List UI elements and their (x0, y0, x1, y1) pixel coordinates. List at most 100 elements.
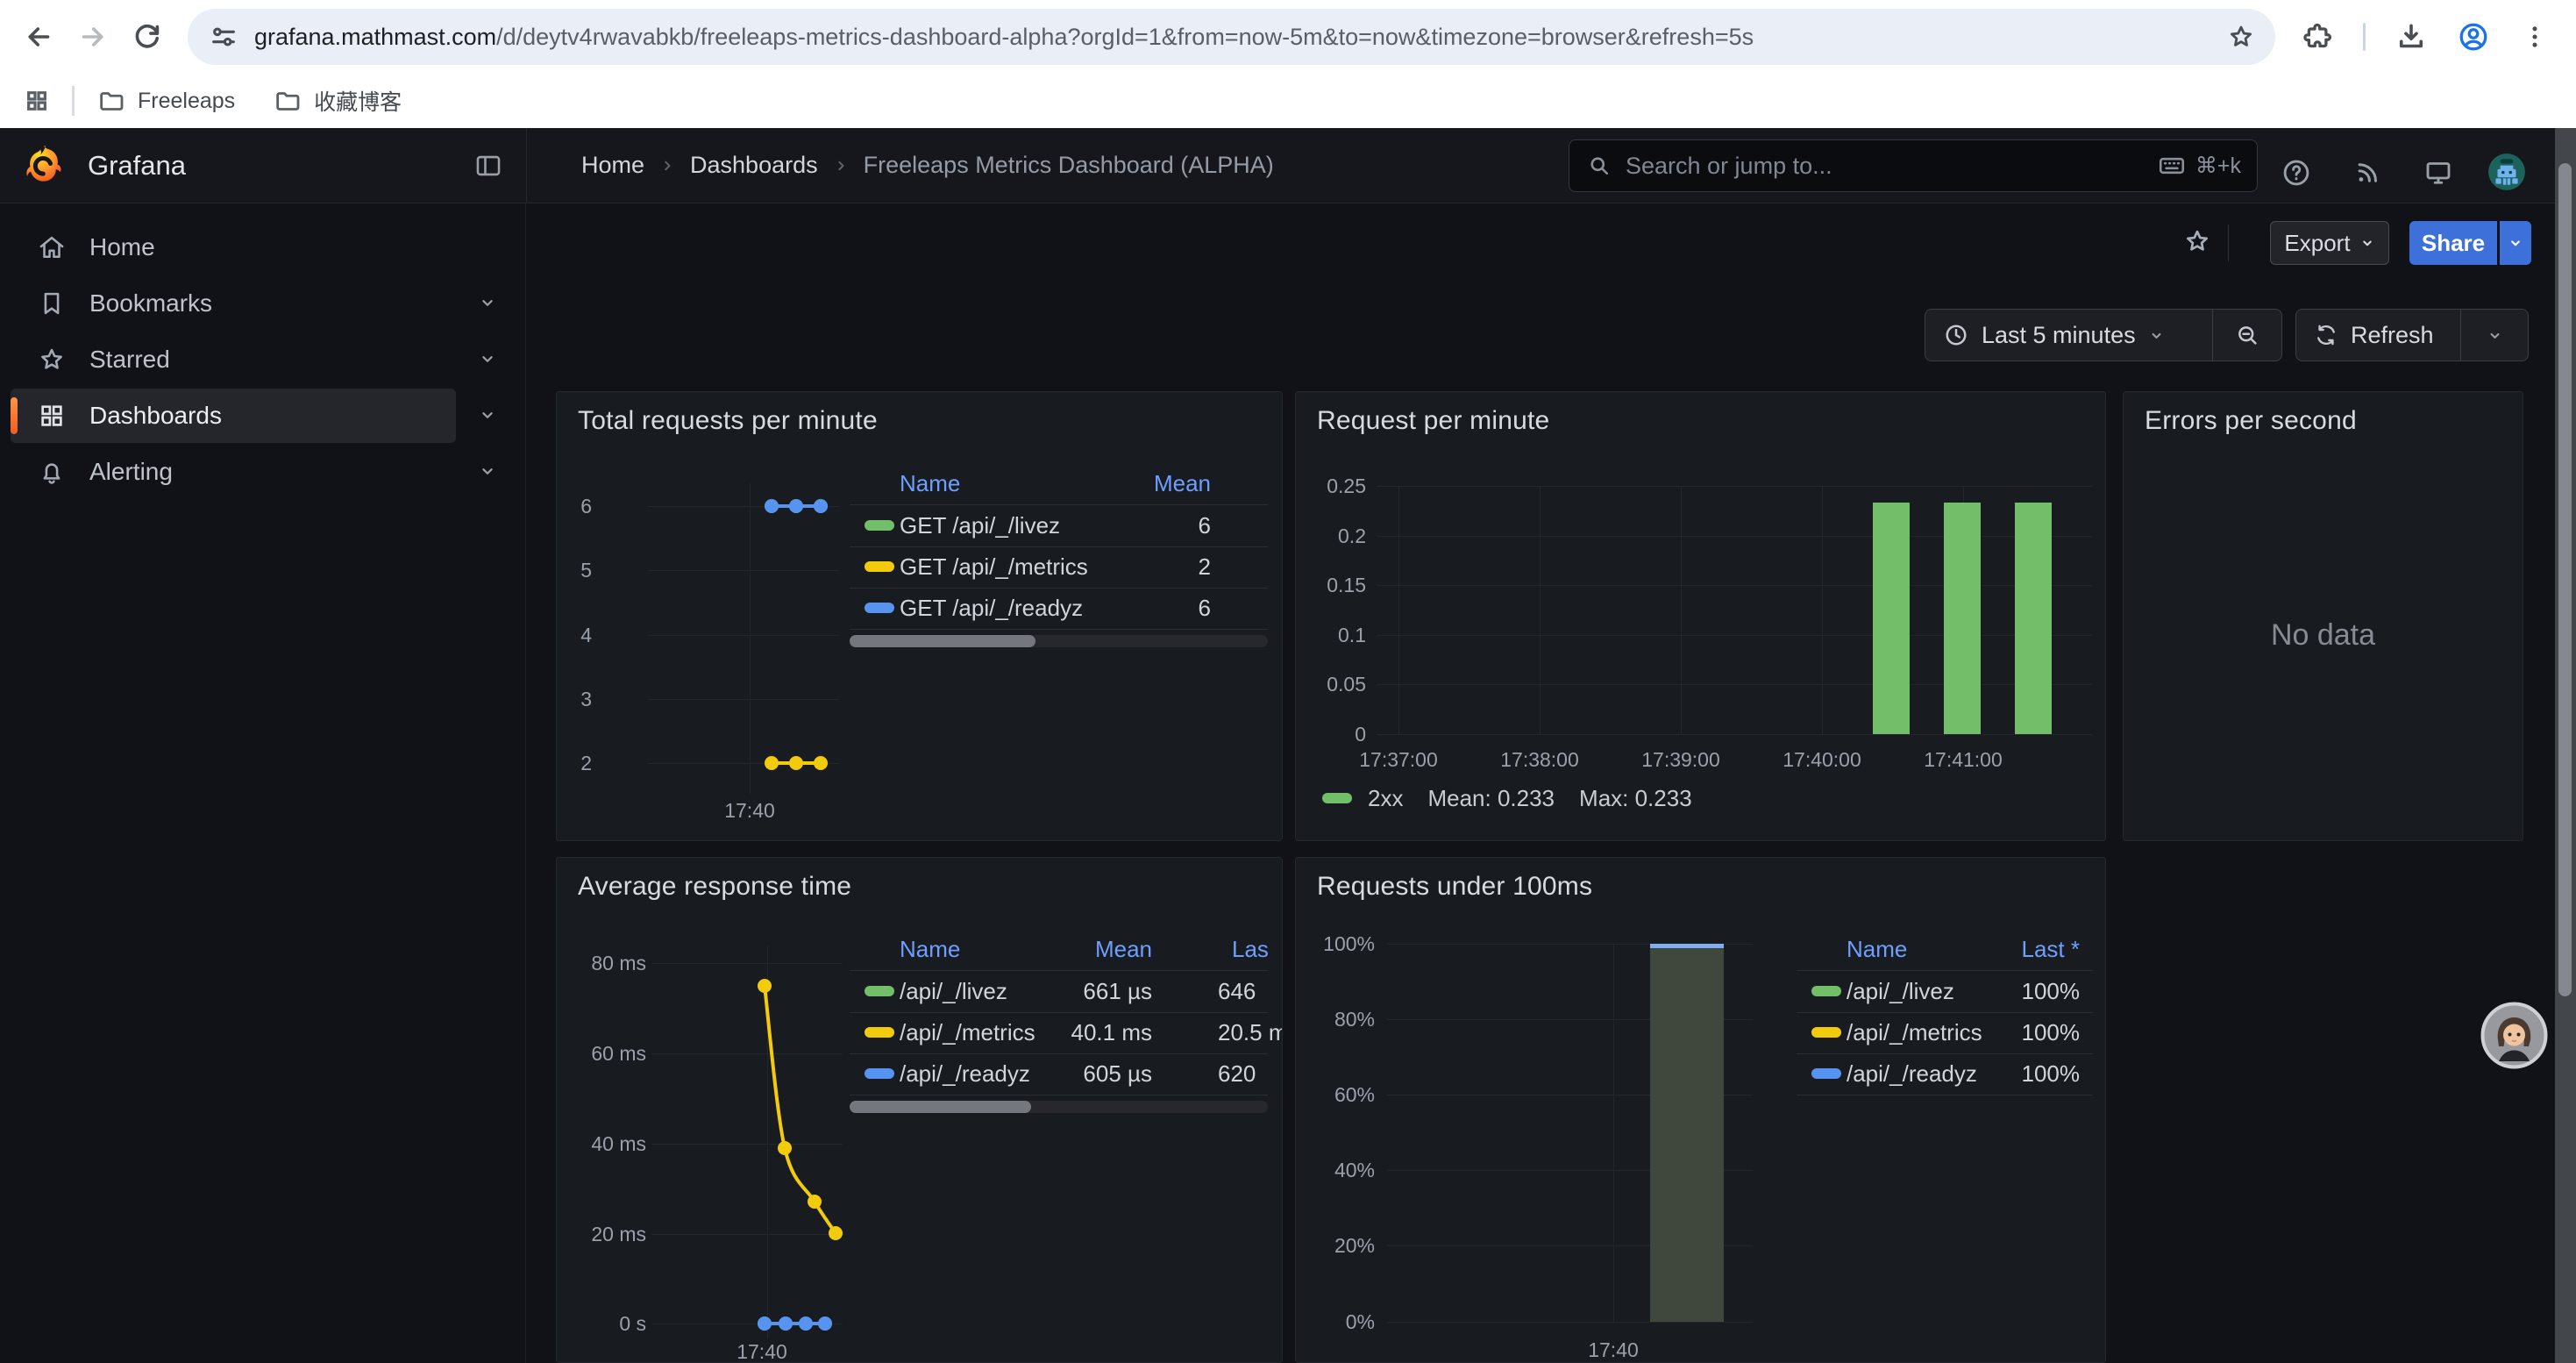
legend-table-row[interactable]: /api/_/livez661 µs646 (850, 971, 1268, 1012)
legend-header-mean[interactable]: Mean (924, 931, 1152, 970)
legend-table-row[interactable]: GET /api/_/livez6 (850, 505, 1268, 546)
sidebar-item-starred[interactable]: Starred (11, 332, 456, 387)
table-scrollbar-thumb[interactable] (850, 635, 1035, 647)
bar-2xx (2015, 503, 2052, 734)
zoom-out-button[interactable] (2213, 310, 2281, 360)
bar-2xx (1873, 503, 1910, 734)
bookmark-folder-freeleaps[interactable]: Freeleaps (97, 87, 235, 115)
panel-requests-under-100ms: Requests under 100ms100%80%60%40%20%0%17… (1295, 857, 2106, 1363)
breadcrumb-dashboards[interactable]: Dashboards (690, 152, 818, 179)
refresh-button[interactable]: Refresh (2296, 310, 2460, 360)
chevron-down-icon[interactable] (478, 349, 497, 368)
grafana-app: Grafana Home Dashboards Freeleaps Metric… (0, 128, 2576, 1363)
browser-toolbar: grafana.mathmast.com/d/deytv4rwavabkb/fr… (0, 0, 2576, 74)
breadcrumb-home[interactable]: Home (581, 152, 644, 179)
page-scrollbar (2555, 128, 2576, 1363)
y-tick-label: 80% (1296, 1006, 1375, 1032)
series-color-pill (865, 561, 894, 572)
legend-table-row[interactable]: /api/_/livez100% (1797, 971, 2093, 1012)
keyboard-icon (2157, 151, 2187, 181)
search-box[interactable]: ⌘+k (1569, 139, 2258, 192)
legend-header-last[interactable]: Las (1232, 931, 1269, 970)
collapse-menu-icon[interactable] (473, 151, 503, 181)
legend-table-row[interactable]: GET /api/_/metrics2 (850, 546, 1268, 588)
gridline-v (1398, 486, 1399, 734)
y-tick-label: 40% (1296, 1157, 1375, 1183)
legend-header-name[interactable]: Name (900, 466, 960, 504)
sidebar-item-dashboards[interactable]: Dashboards (11, 389, 456, 443)
sidebar-item-bookmarks[interactable]: Bookmarks (11, 276, 456, 331)
series-color-pill (865, 520, 894, 531)
y-tick-label: 0.2 (1296, 523, 1366, 549)
profile-icon[interactable] (2457, 20, 2490, 54)
legend-header-last[interactable]: Last * (1852, 931, 2080, 970)
browser-menu-icon[interactable] (2520, 22, 2550, 52)
bookmarks-separator (72, 86, 75, 116)
grafana-logo-icon[interactable] (23, 144, 65, 186)
export-button[interactable]: Export (2270, 221, 2389, 265)
chart-legend[interactable]: 2xxMean: 0.233Max: 0.233 (1322, 783, 1692, 813)
screen: grafana.mathmast.com/d/deytv4rwavabkb/fr… (0, 0, 2576, 1363)
zoom-out-icon (2234, 322, 2260, 348)
share-label: Share (2422, 230, 2485, 257)
legend-series-name: 2xx (1368, 785, 1403, 812)
assistant-avatar[interactable] (2480, 1002, 2548, 1069)
favorite-star-icon[interactable] (2182, 226, 2212, 256)
page-scrollbar-thumb[interactable] (2558, 163, 2572, 996)
legend-table-row[interactable]: /api/_/metrics40.1 ms20.5 m (850, 1012, 1268, 1053)
time-range-picker[interactable]: Last 5 minutes (1925, 310, 2212, 360)
download-icon[interactable] (2395, 21, 2427, 53)
share-menu-button[interactable] (2500, 221, 2531, 265)
bookmark-star-icon[interactable] (2226, 22, 2256, 52)
chevron-down-icon (2508, 235, 2523, 251)
toolbar-separator (2363, 23, 2366, 51)
chevron-right-icon (832, 157, 850, 175)
chevron-down-icon[interactable] (478, 293, 497, 312)
series-last: 100% (1852, 1053, 2080, 1095)
bookmark-icon (37, 289, 67, 318)
sidebar-item-home[interactable]: Home (11, 220, 456, 275)
user-avatar[interactable] (2488, 153, 2525, 190)
search-icon (1587, 153, 1612, 178)
table-scrollbar-thumb[interactable] (850, 1101, 1031, 1113)
breadcrumb: Home Dashboards Freeleaps Metrics Dashbo… (581, 128, 1274, 203)
chevron-down-icon (2148, 327, 2165, 344)
legend-header-mean[interactable]: Mean (983, 466, 1211, 504)
table-scrollbar (850, 635, 1268, 647)
reload-icon[interactable] (132, 21, 163, 53)
legend-table-row[interactable]: GET /api/_/readyz6 (850, 588, 1268, 629)
search-input[interactable] (1624, 152, 2157, 181)
y-tick-label: 0.1 (1296, 622, 1366, 648)
sidebar-item-alerting[interactable]: Alerting (11, 445, 456, 499)
legend-mean: Mean: 0.233 (1427, 785, 1555, 812)
legend-table-row[interactable]: /api/_/readyz100% (1797, 1053, 2093, 1095)
sidebar-row: Dashboards (0, 388, 525, 444)
panel-average-response-time: Average response time80 ms60 ms40 ms20 m… (556, 857, 1283, 1363)
y-tick-label: 0 (1296, 721, 1366, 747)
help-icon[interactable] (2281, 157, 2312, 189)
chevron-down-icon[interactable] (478, 461, 497, 481)
extensions-icon[interactable] (2302, 21, 2333, 53)
toolbar-divider (2228, 225, 2229, 261)
url-path: /d/deytv4rwavabkb/freeleaps-metrics-dash… (496, 24, 1754, 50)
chevron-down-icon[interactable] (478, 405, 497, 425)
apps-grid-icon[interactable] (23, 87, 51, 115)
forward-icon (77, 21, 109, 53)
y-tick-label: 60% (1296, 1081, 1375, 1108)
export-label: Export (2284, 230, 2350, 257)
legend-table: NameMeanLas/api/_/livez661 µs646/api/_/m… (850, 931, 1268, 1119)
panel-title[interactable]: Request per minute (1317, 406, 1549, 436)
share-button[interactable]: Share (2409, 221, 2497, 265)
legend-table-row[interactable]: /api/_/metrics100% (1797, 1012, 2093, 1053)
panel-title[interactable]: Requests under 100ms (1317, 872, 1592, 902)
site-settings-icon[interactable] (209, 22, 238, 52)
back-icon[interactable] (23, 21, 54, 53)
bookmark-folder-blogs[interactable]: 收藏博客 (274, 85, 402, 117)
refresh-interval-button[interactable] (2461, 310, 2528, 360)
y-tick-label: 20% (1296, 1232, 1375, 1259)
monitor-icon[interactable] (2423, 157, 2454, 189)
rss-icon[interactable] (2353, 157, 2383, 187)
url-bar[interactable]: grafana.mathmast.com/d/deytv4rwavabkb/fr… (188, 9, 2275, 65)
panel-title[interactable]: Errors per second (2145, 406, 2357, 436)
legend-table-row[interactable]: /api/_/readyz605 µs620 (850, 1053, 1268, 1095)
